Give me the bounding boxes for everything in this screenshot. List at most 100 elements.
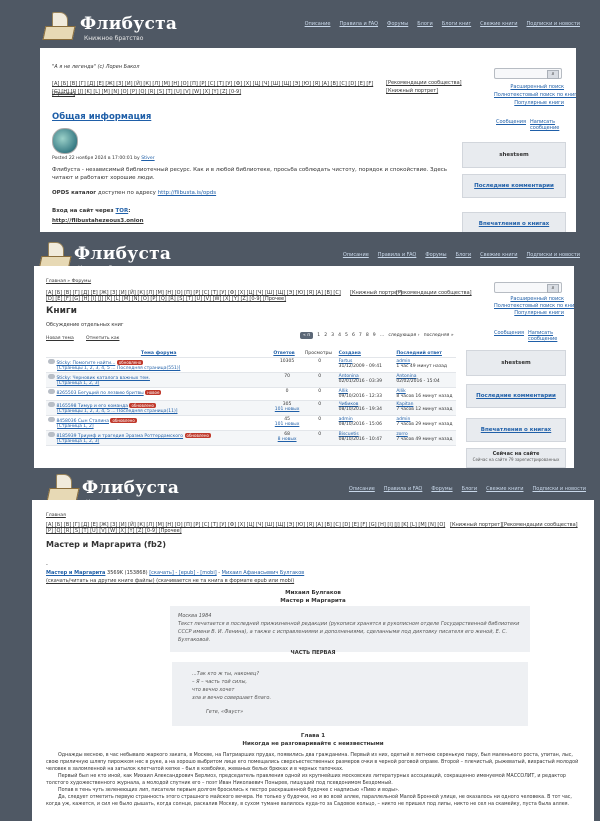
new-replies[interactable]: 101 новых	[273, 422, 300, 427]
table-row[interactable]: Sticky: Черновик каталога важных тем. [С…	[46, 372, 456, 388]
nav-link[interactable]: Форумы	[425, 252, 446, 258]
pager-page[interactable]: 6	[352, 333, 355, 338]
table-row[interactable]: 8458036 Сын Сталина обновлено [Страница 1…	[46, 415, 456, 431]
book-portrait-link[interactable]: [Книжный портрет]	[450, 522, 502, 528]
nav-link[interactable]: Свежие книги	[480, 252, 517, 258]
topic-pages[interactable]: [Страница 1, 2, 3]	[57, 381, 269, 386]
nav-link[interactable]: Правила и FAQ	[339, 21, 378, 27]
advanced-search-link[interactable]: Расширенный поиск	[494, 296, 564, 302]
nav-link[interactable]: Правила и FAQ	[384, 486, 423, 492]
topic-title[interactable]: 8265503 Бегущий по лезвию бритвы	[56, 391, 143, 396]
last-comments-link[interactable]: Последние комментарии	[466, 384, 566, 408]
user-box[interactable]: shestsem	[462, 142, 566, 168]
col-last-reply[interactable]: Последний ответ	[394, 350, 456, 358]
pager-page[interactable]: последняя »	[424, 333, 454, 338]
topic-pages[interactable]: [Страницы 1, 2, 3, 4, 5 ... Последняя ст…	[57, 366, 269, 371]
pager-page[interactable]: …	[380, 333, 385, 338]
nav-link[interactable]: Форумы	[387, 21, 408, 27]
author-link[interactable]: Михаил Афанасьевич Булгаков	[222, 570, 305, 576]
table-row[interactable]: 8165598 Тимур и его команда обновлено [Ст…	[46, 400, 456, 416]
breadcrumb[interactable]: Главная » Форумы	[46, 279, 91, 284]
pager-page[interactable]: следующая ›	[388, 333, 419, 338]
pager-page[interactable]: 8	[366, 333, 369, 338]
nav-link[interactable]: Подписки и новости	[533, 486, 587, 492]
site-brand[interactable]: Флибуста	[82, 478, 179, 498]
book-portrait-link[interactable]: [Книжный портрет]	[350, 290, 402, 296]
nav-link[interactable]: Блоги книг	[442, 21, 471, 27]
post-author[interactable]: Stiver	[141, 156, 154, 161]
nav-link[interactable]: Подписки и новости	[527, 252, 581, 258]
mark-read-link[interactable]: Отметить как	[86, 336, 119, 341]
opds-line: OPDS каталог доступен по адресу http://f…	[52, 190, 216, 196]
tab-write-message[interactable]: Написать сообщение	[530, 119, 576, 131]
last-comments-link[interactable]: Последние комментарии	[462, 174, 566, 198]
download-links[interactable]: [скачать] - [epub] - [mobi]	[149, 570, 216, 576]
pager-first[interactable]: « п	[300, 332, 314, 339]
nav-link[interactable]: Описание	[305, 21, 331, 27]
nav-link[interactable]: Свежие книги	[486, 486, 523, 492]
opds-link[interactable]: http://flibusta.is/opds	[158, 190, 216, 196]
search-icon[interactable]: ⌕	[547, 284, 559, 293]
pager-page[interactable]: 4	[338, 333, 341, 338]
recommendations-link[interactable]: [Рекомендации сообщества]	[386, 80, 462, 86]
breadcrumb[interactable]: Главная	[46, 513, 66, 518]
new-replies[interactable]: 101 новых	[273, 407, 300, 412]
recommendations-link[interactable]: [Рекомендации сообщества]	[396, 290, 472, 296]
tab-messages[interactable]: Сообщения	[494, 330, 524, 342]
col-created[interactable]: Создана	[336, 350, 395, 358]
pager-page[interactable]: 5	[345, 333, 348, 338]
pager-page[interactable]: 3	[331, 333, 334, 338]
table-row[interactable]: Sticky: Помогите найти... обновлено [Стра…	[46, 357, 456, 373]
user-box[interactable]: shestsem	[466, 350, 566, 376]
fulltext-search-link[interactable]: Полнотекстовый поиск по книгам	[494, 92, 576, 98]
book-link[interactable]: Мастер и Маргарита	[46, 570, 105, 576]
col-replies[interactable]: Ответов	[271, 350, 303, 358]
nav-link[interactable]: Свежие книги	[480, 21, 517, 27]
popular-books-link[interactable]: Популярные книги	[494, 100, 564, 106]
table-row[interactable]: 8185939 Триумф и трагедия Эразма Роттерд…	[46, 430, 456, 446]
search-input[interactable]: ⌕	[494, 282, 562, 293]
nav-link[interactable]: Форумы	[431, 486, 452, 492]
nav-link[interactable]: Блоги	[456, 252, 472, 258]
nav-link[interactable]: Описание	[343, 252, 369, 258]
alphabet-nav[interactable]: [А] [Б] [В] [Г] [Д] [Е] [Ж] [З] [И] [Й] …	[46, 522, 446, 534]
advanced-search-link[interactable]: Расширенный поиск	[494, 84, 564, 90]
col-topic[interactable]: Тема форума	[46, 350, 272, 358]
tab-write-message[interactable]: Написать сообщение	[528, 330, 574, 342]
topic-pages[interactable]: [Страница 1, 2, 3]	[57, 439, 269, 444]
tor-link[interactable]: TOR	[116, 208, 129, 214]
nav-link[interactable]: Правила и FAQ	[378, 252, 417, 258]
nav-link[interactable]: Подписки и новости	[527, 21, 581, 27]
logo-icon[interactable]	[42, 12, 76, 42]
fulltext-search-link[interactable]: Полнотекстовый поиск по книгам	[494, 303, 574, 309]
impressions-link[interactable]: Впечатления о книгах	[462, 212, 566, 232]
pager-page[interactable]: 9	[373, 333, 376, 338]
alphabet-nav[interactable]: [А] [Б] [В] [Г] [Д] [Е] [Ж] [З] [И] [Й] …	[52, 80, 382, 96]
alphabet-nav[interactable]: [А] [Б] [В] [Г] [Д] [Е] [Ж] [З] [И] [Й] …	[46, 290, 346, 302]
alphabet-other[interactable]: [Прочее]	[52, 91, 75, 97]
search-icon[interactable]: ⌕	[547, 70, 559, 79]
section-title[interactable]: Общая информация	[52, 112, 151, 122]
topic-pages[interactable]: [Страницы 1, 2, 3, 4, 5 ... Последняя ст…	[57, 409, 269, 414]
nav-link[interactable]: Блоги	[462, 486, 478, 492]
new-replies[interactable]: 8 новых	[273, 437, 300, 442]
popular-books-link[interactable]: Популярные книги	[494, 310, 564, 316]
search-input[interactable]: ⌕	[494, 68, 562, 79]
site-brand[interactable]: Флибуста	[74, 244, 171, 264]
table-row[interactable]: 8265503 Бегущий по лезвию бритвы новое 0 0…	[46, 387, 456, 401]
onion-link[interactable]: http://flibustahezeous3.onion	[52, 218, 144, 224]
pager-page[interactable]: 2	[324, 333, 327, 338]
book-portrait-link[interactable]: [Книжный портрет]	[386, 88, 438, 94]
impressions-link[interactable]: Впечатления о книгах	[466, 418, 566, 442]
nav-link[interactable]: Блоги	[417, 21, 433, 27]
pager-page[interactable]: 7	[359, 333, 362, 338]
new-topic-link[interactable]: Новая тема	[46, 336, 74, 341]
recommendations-link[interactable]: [Рекомендации сообщества]	[502, 522, 578, 528]
nav-link[interactable]: Описание	[349, 486, 375, 492]
alt-download-link[interactable]: (скачать/читать на другие книге файлы) (…	[46, 578, 294, 584]
site-brand[interactable]: Флибуста	[80, 14, 177, 34]
stiver-avatar[interactable]	[52, 128, 78, 154]
topic-pages[interactable]: [Страница 1, 2]	[57, 424, 269, 429]
tab-messages[interactable]: Сообщения	[496, 119, 526, 131]
pager-page[interactable]: 1	[317, 333, 320, 338]
